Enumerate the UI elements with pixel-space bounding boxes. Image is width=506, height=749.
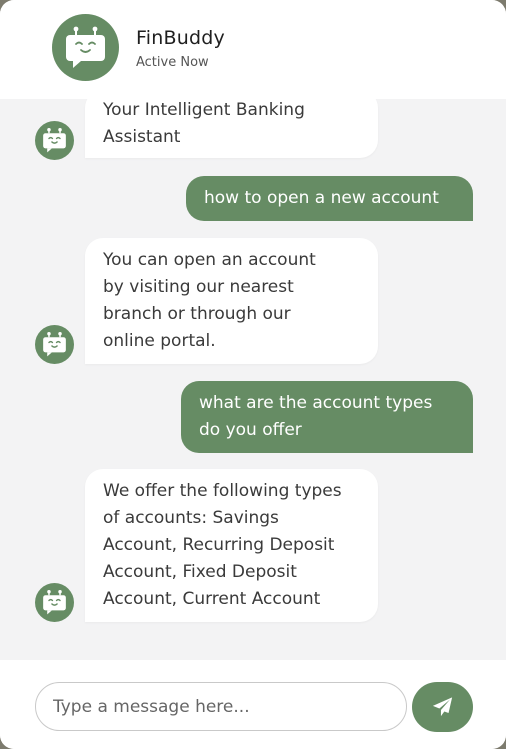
bot-message-avatar bbox=[35, 583, 74, 622]
message-input[interactable] bbox=[35, 682, 407, 731]
message-line: Account, Current Account bbox=[103, 589, 321, 609]
user-message: how to open a new account bbox=[186, 176, 473, 221]
message-line: of accounts: Savings bbox=[103, 508, 279, 528]
bot-message-avatar bbox=[35, 121, 74, 160]
message-line: We offer the following types bbox=[103, 481, 342, 501]
message-line: by visiting our nearest bbox=[103, 277, 294, 297]
message-line: branch or through our bbox=[103, 304, 291, 324]
robot-face-icon bbox=[43, 127, 66, 153]
bot-message: Your Intelligent Banking Assistant bbox=[85, 99, 378, 158]
bot-message-avatar bbox=[35, 325, 74, 364]
bot-avatar bbox=[52, 14, 119, 81]
message-list[interactable]: Your Intelligent Banking Assistant how t… bbox=[0, 99, 506, 660]
message-line: Assistant bbox=[103, 127, 181, 147]
message-line: what are the account types bbox=[199, 393, 433, 413]
message-line: how to open a new account bbox=[204, 188, 439, 208]
chat-widget: FinBuddy Active Now Your Intelligent Ban… bbox=[0, 0, 506, 749]
bot-message: We offer the following types of accounts… bbox=[85, 469, 378, 622]
robot-face-icon bbox=[43, 331, 66, 357]
robot-face-icon bbox=[66, 26, 105, 68]
message-line: online portal. bbox=[103, 331, 216, 351]
message-line: You can open an account bbox=[103, 250, 316, 270]
message-line: Account, Recurring Deposit bbox=[103, 535, 335, 555]
chat-header: FinBuddy Active Now bbox=[0, 0, 506, 99]
bot-name: FinBuddy bbox=[136, 27, 225, 49]
user-message: what are the account types do you offer bbox=[181, 381, 473, 453]
message-line: Account, Fixed Deposit bbox=[103, 562, 297, 582]
bot-message: You can open an account by visiting our … bbox=[85, 238, 378, 364]
paper-plane-icon bbox=[432, 697, 453, 717]
message-line: do you offer bbox=[199, 420, 302, 440]
message-composer bbox=[0, 660, 506, 749]
bot-status: Active Now bbox=[136, 55, 209, 70]
send-button[interactable] bbox=[412, 682, 473, 732]
robot-face-icon bbox=[43, 589, 66, 615]
message-line: Your Intelligent Banking bbox=[103, 100, 305, 120]
